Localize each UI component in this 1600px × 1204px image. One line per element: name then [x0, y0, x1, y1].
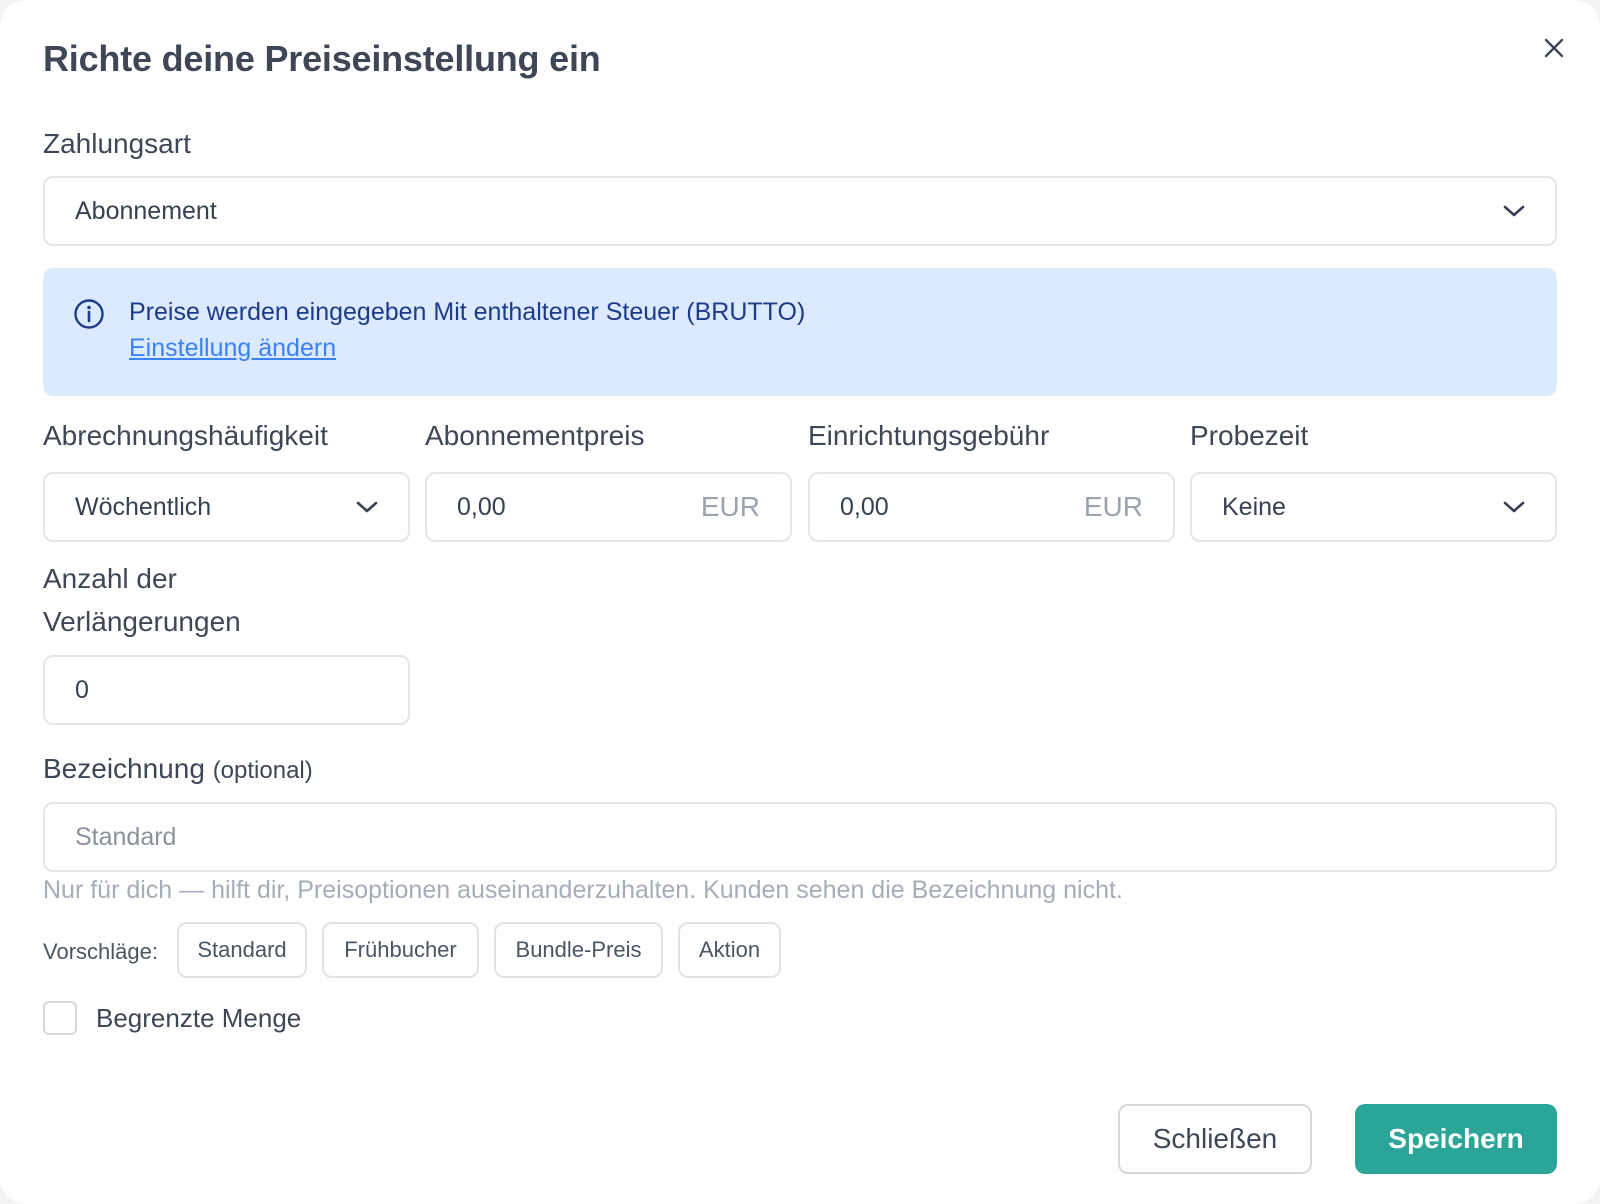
suggestion-chip-standard[interactable]: Standard: [177, 922, 307, 978]
trial-select[interactable]: Keine: [1190, 472, 1557, 542]
price-settings-dialog: Richte deine Preiseinstellung ein Zahlun…: [0, 0, 1600, 1204]
billing-frequency-select[interactable]: Wöchentlich: [43, 472, 410, 542]
setup-fee-label: Einrichtungsgebühr: [808, 420, 1050, 451]
chevron-down-icon: [1503, 500, 1525, 514]
suggestions-label: Vorschläge:: [43, 939, 158, 964]
optional-hint: (optional): [212, 757, 313, 784]
tax-info-banner: Preise werden eingegeben Mit enthaltener…: [43, 268, 1557, 396]
setup-fee-value: 0,00: [840, 492, 889, 521]
billing-frequency-value: Wöchentlich: [75, 492, 212, 521]
renewals-value: 0: [75, 675, 89, 704]
suggestion-chip-bundle-preis[interactable]: Bundle-Preis: [494, 922, 663, 978]
save-button[interactable]: Speichern: [1355, 1104, 1557, 1174]
close-icon[interactable]: [1536, 30, 1572, 66]
info-icon: [73, 298, 105, 335]
suggestion-chip-aktion[interactable]: Aktion: [678, 922, 781, 978]
currency-suffix: EUR: [700, 491, 760, 522]
setup-fee-input[interactable]: 0,00 EUR: [808, 472, 1175, 542]
trial-value: Keine: [1222, 492, 1286, 521]
name-placeholder: Standard: [75, 822, 177, 851]
trial-label: Probezeit: [1190, 420, 1309, 451]
tax-info-message: Preise werden eingegeben Mit enthaltener…: [129, 298, 806, 326]
subscription-price-input[interactable]: 0,00 EUR: [425, 472, 792, 542]
close-button[interactable]: Schließen: [1118, 1104, 1312, 1174]
name-label: Bezeichnung (optional): [43, 753, 313, 785]
name-label-text: Bezeichnung: [43, 753, 205, 784]
name-input[interactable]: Standard: [43, 802, 1557, 872]
renewals-input[interactable]: 0: [43, 655, 410, 725]
renewals-label-line1: Anzahl der: [43, 563, 177, 594]
chevron-down-icon: [356, 500, 378, 514]
name-help-text: Nur für dich — hilft dir, Preisoptionen …: [43, 876, 1123, 904]
chevron-down-icon: [1503, 204, 1525, 218]
payment-type-select[interactable]: Abonnement: [43, 176, 1557, 246]
suggestion-chip-fruehbucher[interactable]: Frühbucher: [322, 922, 479, 978]
renewals-label-line2: Verlängerungen: [43, 606, 241, 637]
subscription-price-label: Abonnementpreis: [425, 420, 645, 451]
payment-type-label: Zahlungsart: [43, 128, 191, 159]
change-setting-link[interactable]: Einstellung ändern: [129, 334, 336, 363]
limited-quantity-label: Begrenzte Menge: [96, 1003, 302, 1033]
payment-type-value: Abonnement: [75, 196, 217, 225]
subscription-price-value: 0,00: [457, 492, 506, 521]
currency-suffix: EUR: [1083, 491, 1143, 522]
billing-frequency-label: Abrechnungshäufigkeit: [43, 420, 328, 451]
dialog-title: Richte deine Preiseinstellung ein: [43, 38, 601, 79]
limited-quantity-checkbox[interactable]: [43, 1001, 77, 1035]
